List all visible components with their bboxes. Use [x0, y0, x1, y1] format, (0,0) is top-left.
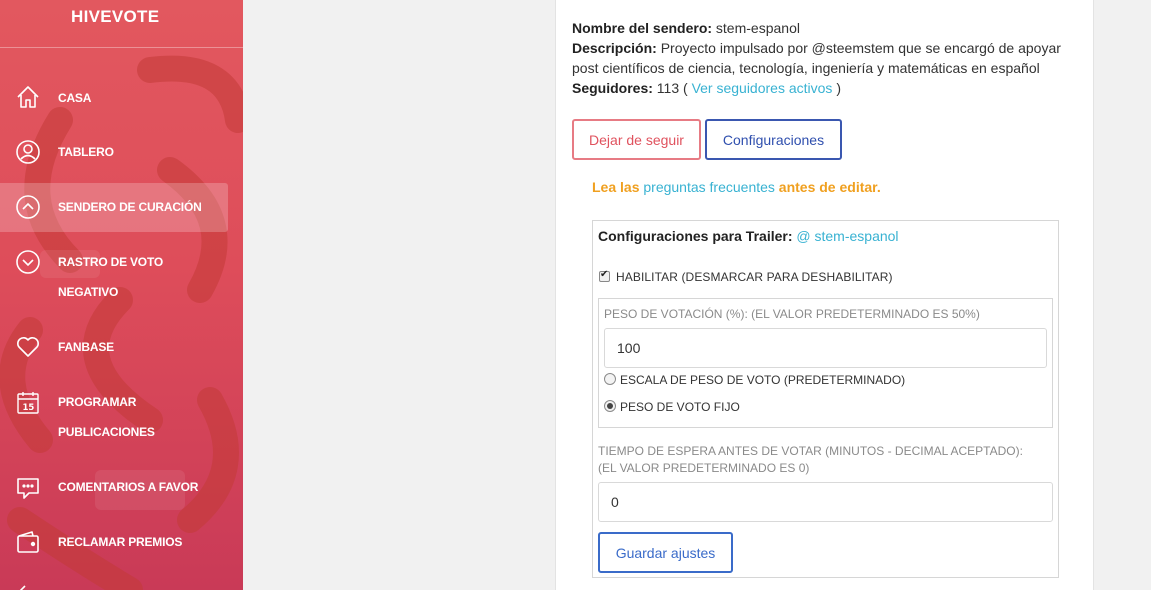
trail-followers-count: 113 (: [656, 80, 688, 96]
scale-weight-radio-row[interactable]: ESCALA DE PESO DE VOTO (PREDETERMINADO): [604, 373, 905, 387]
comment-icon: [15, 475, 41, 501]
vote-weight-label: PESO DE VOTACIÓN (%): (EL VALOR PREDETER…: [604, 307, 980, 321]
sidebar-item-label-line2: NEGATIVO: [58, 285, 119, 299]
sidebar-item-sendero-de-curacion[interactable]: SENDERO DE CURACIÓN: [0, 183, 228, 232]
scale-weight-radio[interactable]: [604, 373, 616, 385]
sidebar-item-reclamar-premios[interactable]: RECLAMAR PREMIOS: [0, 527, 228, 559]
sidebar-item-tablero[interactable]: TABLERO: [0, 137, 228, 169]
trail-name-label: Nombre del sendero:: [572, 20, 713, 36]
faq-notice: Lea las preguntas frecuentes antes de ed…: [592, 179, 881, 195]
sidebar-item-label: TABLERO: [58, 145, 114, 159]
sidebar-item-rastro-de-voto-negativo[interactable]: RASTRO DE VOTO NEGATIVO: [0, 247, 228, 309]
sidebar-item-fanbase[interactable]: FANBASE: [0, 332, 228, 364]
trail-name-row: Nombre del sendero: stem-espanol: [572, 18, 1072, 38]
save-settings-button[interactable]: Guardar ajustes: [598, 532, 733, 573]
sidebar-item-label-line1: RASTRO DE VOTO: [58, 255, 163, 269]
fixed-weight-radio-row[interactable]: PESO DE VOTO FIJO: [604, 400, 740, 414]
settings-title: Configuraciones para Trailer: @ stem-esp…: [598, 228, 899, 244]
trail-description-label: Descripción:: [572, 40, 657, 56]
enable-checkbox-row[interactable]: HABILITAR (DESMARCAR PARA DESHABILITAR): [599, 269, 893, 284]
wait-time-input[interactable]: 0: [598, 482, 1053, 522]
trailer-account-link[interactable]: @ stem-espanol: [796, 228, 898, 244]
sidebar-item-comentarios-a-favor[interactable]: COMENTARIOS A FAVOR: [0, 472, 228, 504]
chevron-up-circle-icon: [15, 194, 41, 220]
sidebar-item-label: FANBASE: [58, 340, 114, 354]
enable-checkbox[interactable]: [599, 269, 610, 282]
faq-tail: antes de editar.: [778, 179, 881, 195]
trail-info: Nombre del sendero: stem-espanol Descrip…: [572, 18, 1072, 98]
sidebar-item-label: RECLAMAR PREMIOS: [58, 535, 183, 549]
trailer-settings-box: Configuraciones para Trailer: @ stem-esp…: [592, 220, 1059, 578]
wallet-icon: [15, 529, 41, 555]
wait-time-label: TIEMPO DE ESPERA ANTES DE VOTAR (MINUTOS…: [598, 444, 1023, 475]
logout-arrow-icon[interactable]: [15, 578, 41, 590]
trail-description-row: Descripción: Proyecto impulsado por @ste…: [572, 38, 1072, 78]
trail-panel: Nombre del sendero: stem-espanol Descrip…: [555, 0, 1094, 590]
faq-lead: Lea las: [592, 179, 640, 195]
settings-title-label: Configuraciones para Trailer:: [598, 228, 793, 244]
heart-icon: [15, 334, 41, 360]
sidebar: HIVEVOTE CASA TABLERO SENDERO DE CURACIÓ…: [0, 0, 243, 590]
calendar-icon: 15: [15, 390, 41, 416]
user-circle-icon: [15, 139, 41, 165]
trail-followers-row: Seguidores: 113 ( Ver seguidores activos…: [572, 78, 1072, 98]
trail-name: stem-espanol: [715, 20, 800, 36]
unfollow-button[interactable]: Dejar de seguir: [572, 119, 701, 160]
scale-weight-label: ESCALA DE PESO DE VOTO (PREDETERMINADO): [620, 373, 906, 387]
settings-button[interactable]: Configuraciones: [705, 119, 842, 160]
enable-label: HABILITAR (DESMARCAR PARA DESHABILITAR): [616, 270, 893, 284]
vote-weight-input[interactable]: 100: [604, 328, 1047, 368]
sidebar-item-label: COMENTARIOS A FAVOR: [58, 480, 199, 494]
sidebar-item-casa[interactable]: CASA: [0, 82, 228, 114]
app-brand[interactable]: HIVEVOTE: [0, 0, 243, 48]
faq-link[interactable]: preguntas frecuentes: [643, 179, 775, 195]
sidebar-item-label: SENDERO DE CURACIÓN: [58, 200, 202, 214]
trail-followers-label: Seguidores:: [572, 80, 653, 96]
home-icon: [15, 84, 41, 110]
active-followers-link[interactable]: Ver seguidores activos: [692, 80, 833, 96]
fixed-weight-label: PESO DE VOTO FIJO: [620, 400, 740, 414]
sidebar-item-label: CASA: [58, 91, 92, 105]
sidebar-item-programar-publicaciones[interactable]: 15 PROGRAMAR PUBLICACIONES: [0, 387, 228, 449]
sidebar-item-label-line1: PROGRAMAR: [58, 395, 137, 409]
vote-weight-group: PESO DE VOTACIÓN (%): (EL VALOR PREDETER…: [598, 298, 1053, 428]
sidebar-item-label-line2: PUBLICACIONES: [58, 425, 155, 439]
svg-text:15: 15: [23, 403, 35, 413]
chevron-down-circle-icon: [15, 249, 41, 275]
fixed-weight-radio[interactable]: [604, 400, 616, 412]
trail-followers-close: ): [836, 80, 841, 96]
